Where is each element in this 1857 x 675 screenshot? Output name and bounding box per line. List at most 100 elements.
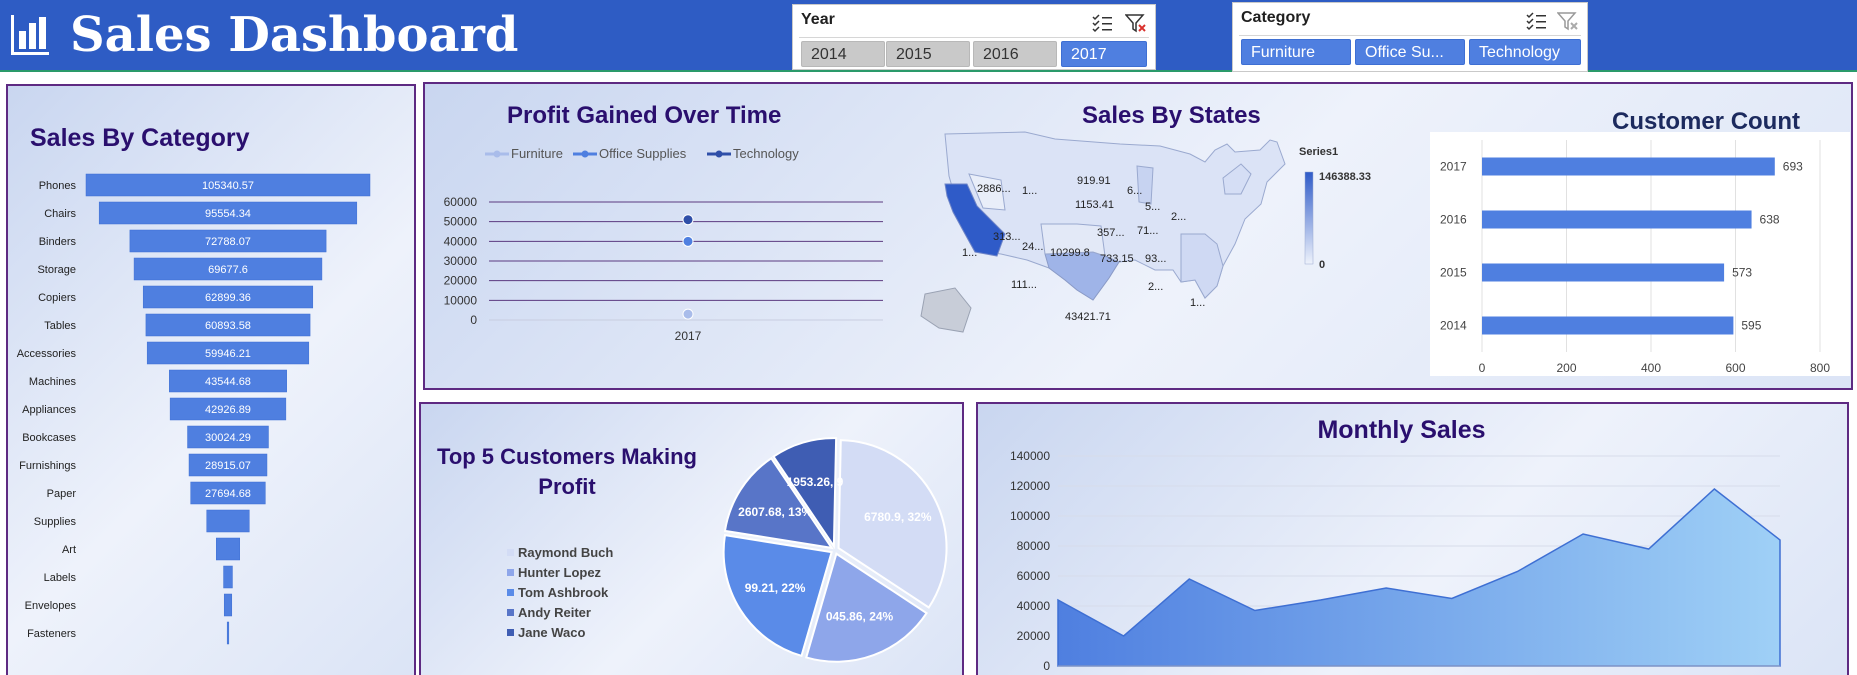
customer-value-label: 573 bbox=[1732, 266, 1752, 280]
category-label: Accessories bbox=[17, 348, 77, 360]
top5-legend-label: Jane Waco bbox=[518, 624, 586, 640]
monthly-y-tick: 20000 bbox=[1017, 629, 1051, 643]
year-option-2015[interactable]: 2015 bbox=[886, 41, 970, 67]
map-label: 93... bbox=[1145, 253, 1166, 265]
clear-filter-icon[interactable] bbox=[1557, 11, 1579, 31]
category-option-office-supplies[interactable]: Office Su... bbox=[1355, 39, 1465, 65]
year-slicer-label: Year bbox=[801, 11, 835, 28]
map-label: 1... bbox=[1190, 297, 1205, 309]
category-value-label: 59946.21 bbox=[205, 348, 251, 360]
customer-x-tick: 200 bbox=[1556, 361, 1576, 375]
customer-value-label: 638 bbox=[1760, 213, 1780, 227]
top5-slice-label: 6780.9, 32% bbox=[864, 510, 932, 524]
category-value-label: 62899.36 bbox=[205, 292, 251, 304]
category-bar bbox=[223, 593, 233, 617]
top5-legend-swatch bbox=[507, 608, 514, 616]
category-value-label: 60893.58 bbox=[205, 320, 251, 332]
category-label: Supplies bbox=[34, 516, 77, 528]
sales-by-category-panel: Sales By Category Phones 105340.57 Chairs 9… bbox=[6, 84, 416, 675]
customer-year-label: 2015 bbox=[1440, 266, 1467, 280]
year-slicer: Year 2014 2015 2016 2017 bbox=[792, 4, 1156, 70]
top5-legend-label: Tom Ashbrook bbox=[518, 584, 609, 600]
monthly-y-tick: 100000 bbox=[1010, 509, 1050, 523]
category-label: Art bbox=[62, 544, 76, 556]
category-label: Appliances bbox=[22, 404, 76, 416]
map-label: 1153.41 bbox=[1075, 199, 1114, 211]
monthly-y-tick: 40000 bbox=[1017, 599, 1051, 613]
top5-legend-label: Andy Reiter bbox=[518, 604, 591, 620]
category-label: Phones bbox=[39, 180, 77, 192]
category-label: Copiers bbox=[38, 292, 76, 304]
multi-select-icon[interactable] bbox=[1525, 11, 1547, 31]
monthly-y-tick: 80000 bbox=[1017, 539, 1051, 553]
top5-customers-panel: Top 5 Customers Making Profit Raymond Bu… bbox=[419, 402, 964, 675]
top5-legend-swatch bbox=[507, 568, 514, 576]
profit-legend-marker bbox=[715, 150, 723, 158]
map-label: 357... bbox=[1097, 227, 1125, 239]
map-label: 43421.71 bbox=[1065, 311, 1111, 323]
monthly-y-tick: 140000 bbox=[1010, 449, 1050, 463]
map-legend-max: 146388.33 bbox=[1319, 171, 1371, 183]
customer-x-tick: 800 bbox=[1810, 361, 1830, 375]
multi-select-icon[interactable] bbox=[1091, 13, 1113, 33]
sales-by-category-chart: Phones 105340.57 Chairs 95554.34 Binders 7278… bbox=[17, 173, 371, 645]
year-option-2016[interactable]: 2016 bbox=[973, 41, 1057, 67]
top5-title-line2: Profit bbox=[538, 474, 596, 499]
year-option-2014[interactable]: 2014 bbox=[801, 41, 885, 67]
map-legend-min: 0 bbox=[1319, 259, 1325, 271]
top-row-panel: Profit Gained Over Time Furniture Office … bbox=[423, 82, 1853, 390]
profit-over-time-chart: Furniture Office Supplies Technology 0 10000… bbox=[444, 146, 883, 343]
profit-y-tick: 30000 bbox=[444, 254, 478, 268]
profit-point bbox=[682, 235, 694, 247]
top5-legend-item: Hunter Lopez bbox=[507, 562, 613, 582]
category-slicer: Category Furniture Office Su... Technolo… bbox=[1232, 2, 1588, 72]
monthly-sales-panel: Monthly Sales 0 20000 40000 60000 80000 10000… bbox=[976, 402, 1849, 675]
customer-x-tick: 0 bbox=[1479, 361, 1486, 375]
category-bar bbox=[206, 509, 250, 533]
top5-legend-swatch bbox=[507, 588, 514, 596]
profit-point bbox=[682, 214, 694, 226]
profit-legend-label: Office Supplies bbox=[599, 146, 687, 161]
profit-x-tick: 2017 bbox=[675, 329, 702, 343]
category-option-technology[interactable]: Technology bbox=[1469, 39, 1581, 65]
top5-legend-item: Tom Ashbrook bbox=[507, 582, 613, 602]
year-option-2017[interactable]: 2017 bbox=[1061, 41, 1147, 67]
top5-legend-swatch bbox=[507, 628, 514, 636]
profit-y-tick: 60000 bbox=[444, 195, 478, 209]
sales-by-states-map: 2886... 1... 919.91 6... 1153.41 5... 2.… bbox=[920, 131, 1371, 333]
top5-legend-label: Raymond Buch bbox=[518, 544, 614, 560]
monthly-y-tick: 0 bbox=[1043, 659, 1050, 673]
category-label: Tables bbox=[44, 320, 76, 332]
category-value-label: 28915.07 bbox=[205, 460, 251, 472]
map-legend-title: Series1 bbox=[1299, 146, 1338, 158]
category-option-furniture[interactable]: Furniture bbox=[1241, 39, 1351, 65]
top5-slice-label: 99.21, 22% bbox=[745, 581, 806, 595]
clear-filter-icon[interactable] bbox=[1125, 13, 1147, 33]
top5-legend-item: Jane Waco bbox=[507, 622, 613, 642]
category-bar bbox=[226, 621, 230, 645]
category-label: Machines bbox=[29, 376, 77, 388]
map-label: 2886... bbox=[977, 183, 1011, 195]
monthly-y-tick: 120000 bbox=[1010, 479, 1050, 493]
category-slicer-label: Category bbox=[1241, 9, 1311, 26]
map-label: 24... bbox=[1022, 241, 1043, 253]
category-label: Bookcases bbox=[22, 432, 76, 444]
customer-bar bbox=[1482, 210, 1752, 229]
category-value-label: 43544.68 bbox=[205, 376, 251, 388]
top5-legend-item: Raymond Buch bbox=[507, 542, 613, 562]
profit-legend-marker bbox=[493, 150, 501, 158]
top5-customers-title: Top 5 Customers Making Profit bbox=[421, 442, 713, 502]
profit-legend-label: Furniture bbox=[511, 146, 563, 161]
map-label: 10299.8 bbox=[1050, 247, 1090, 259]
bar-chart-icon bbox=[11, 15, 49, 55]
top5-title-line1: Top 5 Customers Making bbox=[437, 444, 697, 469]
profit-y-tick: 0 bbox=[470, 313, 477, 327]
category-value-label: 105340.57 bbox=[202, 180, 254, 192]
category-label: Storage bbox=[37, 264, 76, 276]
map-label: 1... bbox=[962, 247, 977, 259]
customer-year-label: 2016 bbox=[1440, 213, 1467, 227]
category-value-label: 27694.68 bbox=[205, 488, 251, 500]
customer-year-label: 2017 bbox=[1440, 160, 1467, 174]
map-label: 5... bbox=[1145, 201, 1160, 213]
category-label: Labels bbox=[44, 572, 77, 584]
